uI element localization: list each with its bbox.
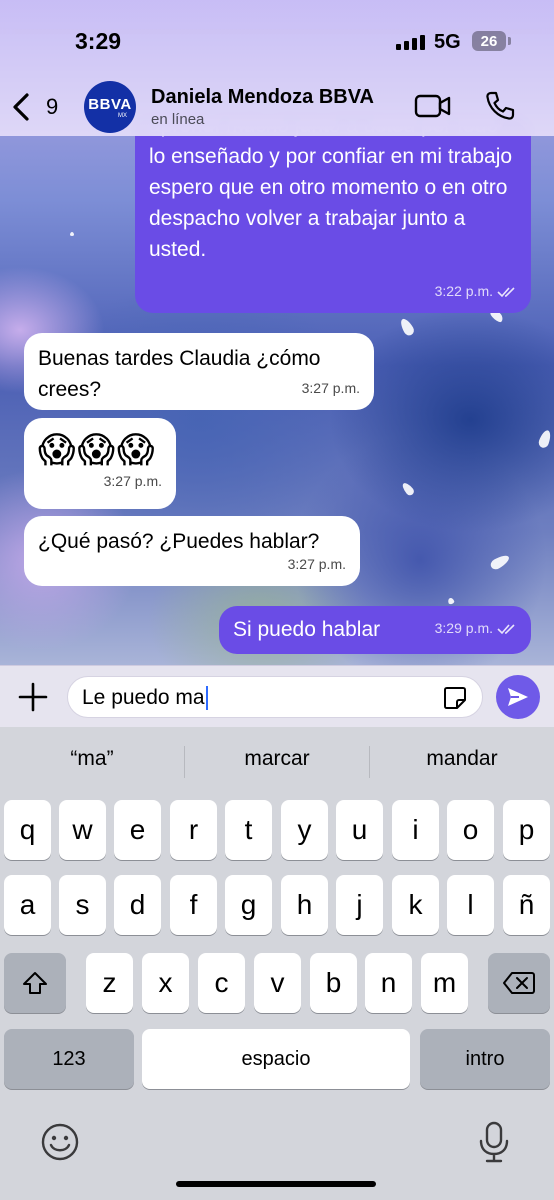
petal-decoration	[400, 481, 416, 497]
key-l[interactable]: l	[447, 875, 494, 935]
petal-decoration	[398, 316, 416, 338]
key-i[interactable]: i	[392, 800, 439, 860]
read-ticks-icon	[497, 286, 515, 297]
video-call-button[interactable]	[414, 93, 452, 119]
key-n[interactable]: n	[365, 953, 412, 1013]
read-ticks-icon	[497, 623, 515, 634]
petal-decoration	[447, 597, 455, 605]
key-a[interactable]: a	[4, 875, 51, 935]
send-button[interactable]	[496, 675, 540, 719]
battery-level: 26	[480, 32, 498, 50]
home-indicator	[176, 1181, 376, 1187]
message-meta: 3:22 p.m.	[435, 276, 517, 307]
key-t[interactable]: t	[225, 800, 272, 860]
shift-icon	[23, 972, 47, 994]
space-key[interactable]: espacio	[142, 1029, 410, 1089]
suggestion-item[interactable]: mandar	[370, 747, 554, 777]
chat-header: 3:29 5G 26 9 BBVA MX Daniela Mendoza BBV…	[0, 0, 554, 136]
key-d[interactable]: d	[114, 875, 161, 935]
petal-decoration	[488, 552, 512, 572]
key-u[interactable]: u	[336, 800, 383, 860]
message-input-text: Le puedo ma	[82, 686, 205, 709]
key-v[interactable]: v	[254, 953, 301, 1013]
key-m[interactable]: m	[421, 953, 468, 1013]
battery-icon: 26	[472, 31, 506, 51]
dictation-button[interactable]	[474, 1120, 514, 1163]
key-s[interactable]: s	[59, 875, 106, 935]
message-meta: 3:27 p.m.	[302, 373, 360, 404]
suggestion-item[interactable]: marcar	[185, 747, 369, 777]
video-camera-icon	[414, 94, 451, 118]
message-bubble-outgoing[interactable]: Si puedo hablar 3:29 p.m.	[219, 606, 531, 654]
signal-icon	[396, 34, 425, 50]
send-icon	[508, 688, 528, 706]
key-w[interactable]: w	[59, 800, 106, 860]
attach-button[interactable]	[14, 678, 52, 716]
message-bubble-incoming[interactable]: Buenas tardes Claudia ¿cómo crees? 3:27 …	[24, 333, 374, 410]
avatar[interactable]: BBVA MX	[84, 81, 136, 133]
microphone-icon	[479, 1121, 509, 1163]
shift-key[interactable]	[4, 953, 66, 1013]
sticker-icon	[444, 687, 466, 709]
message-input[interactable]: Le puedo ma	[67, 676, 483, 718]
numbers-key[interactable]: 123	[4, 1029, 134, 1089]
sticker-button[interactable]	[442, 685, 468, 711]
network-type: 5G	[434, 31, 461, 53]
message-meta: 3:27 p.m.	[288, 549, 346, 580]
battery-tip	[508, 37, 511, 45]
avatar-sub: MX	[118, 112, 127, 119]
key-f[interactable]: f	[170, 875, 217, 935]
petal-decoration	[537, 428, 553, 450]
key-y[interactable]: y	[281, 800, 328, 860]
key-c[interactable]: c	[198, 953, 245, 1013]
key-h[interactable]: h	[281, 875, 328, 935]
message-time: 3:27 p.m.	[301, 380, 360, 396]
return-key[interactable]: intro	[420, 1029, 550, 1089]
keyboard: “ma” marcar mandar q w e r t y u i o p a…	[0, 727, 554, 1200]
key-enye[interactable]: ñ	[503, 875, 550, 935]
voice-call-button[interactable]	[484, 90, 516, 122]
status-time: 3:29	[75, 28, 122, 54]
contact-name[interactable]: Daniela Mendoza BBVA	[151, 86, 374, 109]
avatar-brand: BBVA	[88, 95, 132, 113]
chevron-left-icon	[13, 93, 29, 121]
message-bubble-incoming[interactable]: 😱😱😱 3:27 p.m.	[24, 418, 176, 509]
text-caret	[205, 686, 208, 711]
key-x[interactable]: x	[142, 953, 189, 1013]
phone-icon	[486, 91, 515, 120]
key-g[interactable]: g	[225, 875, 272, 935]
backspace-icon	[503, 972, 535, 994]
back-button[interactable]: 9	[10, 90, 70, 124]
key-k[interactable]: k	[392, 875, 439, 935]
suggestion-item[interactable]: “ma”	[0, 747, 184, 777]
petal-decoration	[70, 232, 74, 236]
message-time: 3:22 p.m.	[434, 283, 493, 299]
message-time: 3:27 p.m.	[287, 556, 346, 572]
message-time: 3:27 p.m.	[103, 473, 162, 489]
plus-icon	[18, 682, 48, 712]
key-p[interactable]: p	[503, 800, 550, 860]
contact-status: en línea	[151, 111, 205, 128]
key-r[interactable]: r	[170, 800, 217, 860]
composer-bar: Le puedo ma	[0, 665, 554, 727]
message-meta: 3:27 p.m.	[104, 459, 162, 503]
message-meta: 3:29 p.m.	[435, 613, 517, 644]
message-bubble-outgoing[interactable]: aprendí mucho junto a usted por todo lo …	[135, 114, 531, 313]
backspace-key[interactable]	[488, 953, 550, 1013]
message-time: 3:29 p.m.	[434, 620, 493, 636]
key-j[interactable]: j	[336, 875, 383, 935]
key-o[interactable]: o	[447, 800, 494, 860]
key-q[interactable]: q	[4, 800, 51, 860]
key-z[interactable]: z	[86, 953, 133, 1013]
emoji-icon	[41, 1123, 79, 1161]
unread-count: 9	[46, 94, 59, 119]
emoji-button[interactable]	[40, 1122, 80, 1162]
message-bubble-incoming[interactable]: ¿Qué pasó? ¿Puedes hablar? 3:27 p.m.	[24, 516, 360, 586]
key-e[interactable]: e	[114, 800, 161, 860]
key-b[interactable]: b	[310, 953, 357, 1013]
